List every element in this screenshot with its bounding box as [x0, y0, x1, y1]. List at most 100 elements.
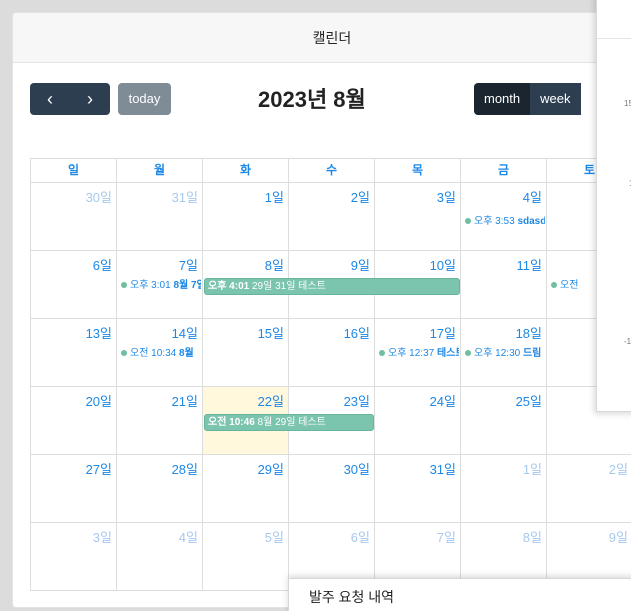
day-cell[interactable]: 3일: [375, 183, 461, 250]
day-number: 31일: [171, 190, 198, 205]
event-time: 오후 12:30: [474, 348, 521, 359]
day-cell[interactable]: 4일 오후 3:53 sdasd: [461, 183, 547, 250]
day-cell[interactable]: 24일: [375, 387, 461, 454]
day-number: 9일: [608, 530, 628, 545]
day-number: 3일: [436, 190, 456, 205]
day-number: 29일: [257, 462, 284, 477]
overlay-panel-header: [597, 0, 631, 39]
event-bar[interactable]: 오후 4:01 29일 31일 테스트: [204, 278, 460, 295]
day-cell[interactable]: 4일: [117, 523, 203, 590]
event-item[interactable]: 오전 10:34 8월: [121, 347, 201, 361]
event-title: 8월 29일 테스트: [257, 417, 326, 428]
event-time: 오후 12:37: [388, 348, 435, 359]
day-cell[interactable]: 21일: [117, 387, 203, 454]
order-request-panel: 발주 요청 내역: [288, 578, 631, 611]
day-cell[interactable]: 5일: [203, 523, 289, 590]
prev-month-button[interactable]: ‹: [30, 83, 70, 115]
day-number: 5일: [264, 530, 284, 545]
day-cell[interactable]: 1일: [203, 183, 289, 250]
day-cell[interactable]: 2일: [547, 455, 631, 522]
axis-tick: -1: [624, 337, 631, 346]
day-cell[interactable]: 17일 오후 12:37 테스트: [375, 319, 461, 386]
event-title: 29일 31일 테스트: [251, 281, 326, 292]
day-cell[interactable]: 14일 오전 10:34 8월: [117, 319, 203, 386]
week-row: 20일 21일 22일 23일 24일 25일 오전 10:46 8월 29일 …: [31, 387, 631, 455]
weekday-wed: 수: [289, 159, 375, 182]
day-number: 14일: [171, 326, 198, 341]
day-number: 11일: [516, 258, 542, 273]
week-row: 6일 7일 오후 3:01 8월 7일 8일 9일 10일 11일 오전 오후 …: [31, 251, 631, 319]
panel-title: 발주 요청 내역: [309, 589, 395, 605]
event-time: 오후 4:01: [208, 281, 250, 292]
day-cell[interactable]: 28일: [117, 455, 203, 522]
day-number: 18일: [515, 326, 542, 341]
day-cell[interactable]: 6일: [31, 251, 117, 318]
week-row: 27일 28일 29일 30일 31일 1일 2일: [31, 455, 631, 523]
event-time: 오전: [560, 280, 579, 291]
day-cell[interactable]: 31일: [117, 183, 203, 250]
day-cell[interactable]: 16일: [289, 319, 375, 386]
day-cell[interactable]: 25일: [461, 387, 547, 454]
event-dot-icon: [465, 218, 471, 225]
today-button[interactable]: today: [118, 83, 171, 115]
day-cell[interactable]: 1일: [461, 455, 547, 522]
day-cell[interactable]: 15일: [203, 319, 289, 386]
event-item[interactable]: 오후 12:37 테스트: [379, 347, 459, 361]
event-title: 드림: [522, 348, 542, 359]
day-number: 21일: [171, 394, 198, 409]
day-cell[interactable]: 27일: [31, 455, 117, 522]
view-switcher: month week: [474, 83, 581, 115]
day-cell[interactable]: 20일: [31, 387, 117, 454]
day-cell[interactable]: 7일 오후 3:01 8월 7일: [117, 251, 203, 318]
card-header: 캘린더: [13, 13, 631, 63]
day-cell[interactable]: 31일: [375, 455, 461, 522]
day-number: 16일: [343, 326, 370, 341]
day-number: 7일: [178, 258, 198, 273]
day-number: 3일: [92, 530, 112, 545]
day-number: 25일: [515, 394, 542, 409]
event-dot-icon: [121, 282, 127, 289]
day-number: 10일: [429, 258, 456, 273]
day-number: 7일: [436, 530, 456, 545]
day-cell[interactable]: 30일: [31, 183, 117, 250]
next-month-button[interactable]: ›: [70, 83, 110, 115]
weekday-mon: 월: [117, 159, 203, 182]
axis-tick: 15: [624, 99, 631, 108]
day-number: 1일: [522, 462, 542, 477]
event-dot-icon: [551, 282, 557, 289]
day-number: 30일: [85, 190, 112, 205]
event-dot-icon: [121, 350, 127, 357]
event-title: sdasd: [517, 216, 545, 227]
day-cell[interactable]: 30일: [289, 455, 375, 522]
event-bar[interactable]: 오전 10:46 8월 29일 테스트: [204, 414, 374, 431]
day-cell[interactable]: 3일: [31, 523, 117, 590]
event-item[interactable]: 오후 12:30 드림: [465, 347, 545, 361]
day-number: 2일: [350, 190, 370, 205]
weekday-sun: 일: [31, 159, 117, 182]
event-item[interactable]: 오후 3:01 8월 7일: [121, 279, 201, 293]
day-cell[interactable]: 29일: [203, 455, 289, 522]
day-number: 20일: [85, 394, 112, 409]
event-time: 오후 3:53: [474, 216, 515, 227]
day-cell[interactable]: 2일: [289, 183, 375, 250]
overlay-chart-panel: 15 1 -1: [596, 0, 631, 412]
day-cell[interactable]: 18일 오후 12:30 드림: [461, 319, 547, 386]
day-number: 4일: [178, 530, 198, 545]
weekday-fri: 금: [461, 159, 547, 182]
event-time: 오전 10:46: [208, 417, 255, 428]
event-time: 오전 10:34: [130, 348, 177, 359]
calendar-title: 2023년 8월: [258, 87, 366, 112]
month-view-button[interactable]: month: [474, 83, 531, 115]
day-number: 1일: [264, 190, 284, 205]
day-cell[interactable]: 13일: [31, 319, 117, 386]
event-item[interactable]: 오후 3:53 sdasd: [465, 215, 545, 229]
day-cell[interactable]: 11일: [461, 251, 547, 318]
week-row: 30일 31일 1일 2일 3일 4일 오후 3:53 sdasd: [31, 183, 631, 251]
week-view-button[interactable]: week: [530, 83, 581, 115]
weekday-tue: 화: [203, 159, 289, 182]
event-title: 테스트: [436, 348, 459, 359]
day-number: 6일: [350, 530, 370, 545]
week-row: 13일 14일 오전 10:34 8월 15일 16일 17일 오후 12:37…: [31, 319, 631, 387]
day-number: 4일: [522, 190, 542, 205]
day-number: 27일: [85, 462, 112, 477]
